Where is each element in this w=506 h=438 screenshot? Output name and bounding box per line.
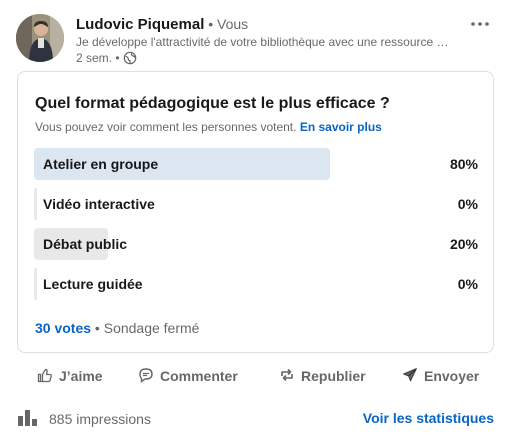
author-headline: Je développe l'attractivité de votre bib… [76,35,449,49]
poll-votes-link[interactable]: 30 votes [35,320,91,336]
repost-icon [279,367,295,386]
poll-option: Vidéo interactive 0% [34,188,478,220]
poll-subtitle-text: Vous pouvez voir comment les personnes v… [35,120,297,134]
poll-status: • Sondage fermé [91,320,200,336]
author-relation: Vous [217,16,249,32]
send-label: Envoyer [424,368,480,384]
learn-more-link[interactable]: En savoir plus [300,120,382,134]
poll-subtitle: Vous pouvez voir comment les personnes v… [35,119,382,135]
poll-card: Quel format pédagogique est le plus effi… [17,71,494,353]
like-label: J’aime [59,368,103,384]
thumbs-up-icon [37,367,53,386]
author-separator: • [204,16,218,32]
like-button[interactable]: J’aime [37,360,103,392]
post-stats: 885 impressions Voir les statistiques [17,408,494,432]
poll-option-percent: 20% [449,236,478,252]
poll-option-bar [34,188,37,220]
poll-option-bar [34,268,37,300]
bar-chart-icon [17,408,39,429]
poll-option: Débat public 20% [34,228,478,260]
globe-icon [123,51,137,65]
poll-footer: 30 votes • Sondage fermé [35,318,199,338]
avatar[interactable] [16,14,64,62]
poll-question: Quel format pédagogique est le plus effi… [35,95,390,112]
impressions-count: 885 impressions [49,410,151,427]
send-button[interactable]: Envoyer [402,360,479,392]
poll-option-label: Atelier en groupe [43,156,159,172]
author-name[interactable]: Ludovic Piquemal [76,16,204,33]
post-actions: J’aime Commenter Republier Envoyer [0,360,506,392]
poll-option: Lecture guidée 0% [34,268,478,300]
poll-option-percent: 0% [457,276,478,292]
post-time: 2 sem. • [76,51,120,65]
comment-button[interactable]: Commenter [138,360,238,392]
post-meta: 2 sem. • [76,50,137,66]
post-header: Ludovic Piquemal • Vous Je développe l'a… [16,12,496,68]
impressions-stat: 885 impressions [17,408,151,429]
poll-option-percent: 0% [457,196,478,212]
poll-option-label: Débat public [43,236,128,252]
comment-label: Commenter [160,368,238,384]
poll-option: Atelier en groupe 80% [34,148,478,180]
repost-button[interactable]: Republier [279,360,366,392]
poll-option-label: Vidéo interactive [43,196,155,212]
comment-icon [138,367,154,386]
send-icon [402,367,418,386]
repost-label: Republier [301,368,366,384]
poll-option-label: Lecture guidée [43,276,143,292]
author-line: Ludovic Piquemal • Vous [76,14,248,35]
poll-option-percent: 80% [449,156,478,172]
more-horizontal-icon[interactable] [468,12,492,36]
view-stats-link[interactable]: Voir les statistiques [363,410,494,426]
